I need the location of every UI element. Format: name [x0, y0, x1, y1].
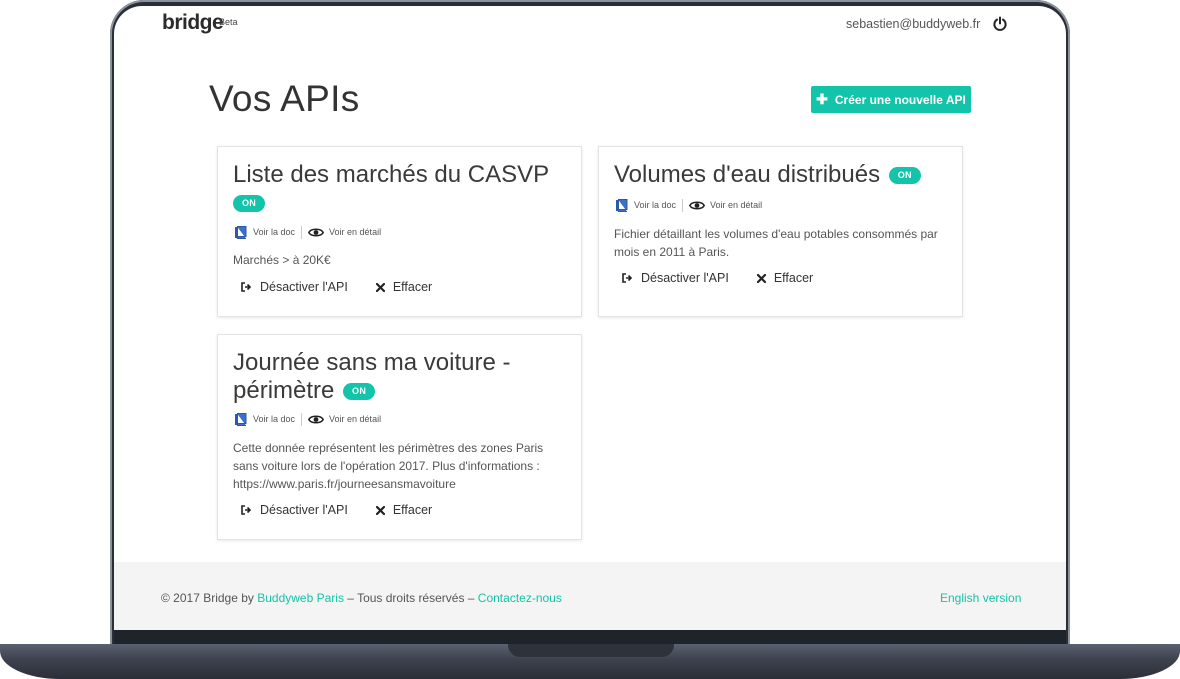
api-title-line1: Journée sans ma voiture - — [233, 349, 511, 376]
doc-link-label: Voir la doc — [634, 200, 677, 210]
detail-link-label: Voir en détail — [329, 227, 382, 237]
detail-link-label: Voir en détail — [329, 414, 382, 424]
english-version-link[interactable]: English version — [940, 591, 1021, 605]
api-card: Liste des marchés du CASVP ON Voir la do… — [217, 146, 582, 317]
detail-link[interactable]: Voir en détail — [308, 414, 381, 425]
sign-out-icon — [241, 505, 252, 515]
api-links: Voir la doc Voir en détail — [615, 197, 762, 213]
footer: © 2017 Bridge by Buddyweb Paris – Tous d… — [114, 562, 1066, 630]
api-links: Voir la doc Voir en détail — [234, 224, 381, 240]
plus-icon: ✚ — [816, 91, 828, 107]
api-description: Cette donnée représentent les périmètres… — [233, 441, 544, 491]
create-api-label: Créer une nouvelle API — [834, 92, 966, 107]
api-card: Volumes d'eau distribués ON Voir la doc … — [598, 146, 963, 317]
copyright-text: © 2017 Bridge by — [161, 591, 258, 605]
api-title[interactable]: Journée sans ma voiture - périmètre ON — [233, 349, 510, 405]
logo[interactable]: bridge — [162, 11, 224, 35]
eye-icon — [308, 228, 325, 236]
status-badge: ON — [233, 195, 266, 212]
doc-link-label: Voir la doc — [253, 414, 296, 424]
user-email[interactable]: sebastien@buddyweb.fr — [846, 17, 980, 31]
power-icon[interactable] — [992, 16, 1008, 32]
api-title[interactable]: Volumes d'eau distribués ON — [614, 161, 921, 189]
deactivate-api-button[interactable]: Désactiver l'API — [622, 271, 729, 285]
doc-link-label: Voir la doc — [253, 227, 296, 237]
api-actions: Désactiver l'API Effacer — [241, 280, 432, 294]
doc-link[interactable]: Voir la doc — [234, 412, 296, 426]
api-description: Fichier détaillant les volumes d'eau pot… — [614, 227, 938, 259]
close-icon — [375, 282, 385, 292]
status-badge: ON — [888, 167, 921, 185]
link-separator — [682, 198, 684, 212]
footer-language: English version — [940, 591, 1021, 605]
delete-api-button[interactable]: Effacer — [756, 271, 814, 285]
api-title[interactable]: Liste des marchés du CASVP — [233, 161, 549, 189]
api-card: Journée sans ma voiture - périmètre ON V… — [217, 334, 582, 540]
deactivate-label: Désactiver l'API — [260, 503, 348, 517]
book-icon — [235, 412, 247, 426]
api-links: Voir la doc Voir en détail — [234, 411, 381, 427]
api-actions: Désactiver l'API Effacer — [241, 503, 432, 517]
book-icon — [235, 225, 247, 239]
create-api-button[interactable]: ✚ Créer une nouvelle API — [811, 86, 971, 113]
eye-icon — [308, 415, 325, 423]
eye-icon — [689, 201, 706, 209]
detail-link[interactable]: Voir en détail — [689, 200, 762, 211]
page-title: Vos APIs — [209, 78, 360, 119]
sign-out-icon — [241, 282, 252, 292]
delete-label: Effacer — [392, 503, 433, 517]
link-separator — [301, 412, 303, 426]
close-icon — [756, 273, 766, 283]
book-icon — [616, 198, 628, 212]
status-badge: ON — [343, 383, 376, 401]
delete-api-button[interactable]: Effacer — [375, 280, 433, 294]
doc-link[interactable]: Voir la doc — [615, 198, 677, 212]
api-title-text: Volumes d'eau distribués — [614, 161, 881, 188]
delete-label: Effacer — [773, 271, 814, 285]
footer-copyright: © 2017 Bridge by Buddyweb Paris – Tous d… — [161, 591, 562, 605]
laptop-bezel — [114, 630, 1066, 644]
deactivate-label: Désactiver l'API — [260, 280, 348, 294]
rights-text: – Tous droits réservés – — [343, 591, 478, 605]
deactivate-label: Désactiver l'API — [641, 271, 729, 285]
detail-link-label: Voir en détail — [710, 200, 763, 210]
company-link[interactable]: Buddyweb Paris — [257, 591, 344, 605]
app-screen: bridge Beta sebastien@buddyweb.fr Vos AP… — [114, 6, 1066, 630]
api-actions: Désactiver l'API Effacer — [622, 271, 813, 285]
deactivate-api-button[interactable]: Désactiver l'API — [241, 503, 348, 517]
link-separator — [301, 225, 303, 239]
api-description: Marchés > à 20K€ — [233, 253, 331, 267]
close-icon — [375, 505, 385, 515]
doc-link[interactable]: Voir la doc — [234, 225, 296, 239]
detail-link[interactable]: Voir en détail — [308, 227, 381, 238]
deactivate-api-button[interactable]: Désactiver l'API — [241, 280, 348, 294]
api-title-line2: périmètre — [233, 377, 335, 404]
delete-api-button[interactable]: Effacer — [375, 503, 433, 517]
top-navbar: bridge Beta sebastien@buddyweb.fr — [114, 6, 1066, 46]
laptop-notch — [508, 644, 674, 657]
contact-link[interactable]: Contactez-nous — [478, 591, 562, 605]
sign-out-icon — [622, 273, 633, 283]
delete-label: Effacer — [392, 280, 433, 294]
beta-label: Beta — [219, 17, 238, 27]
